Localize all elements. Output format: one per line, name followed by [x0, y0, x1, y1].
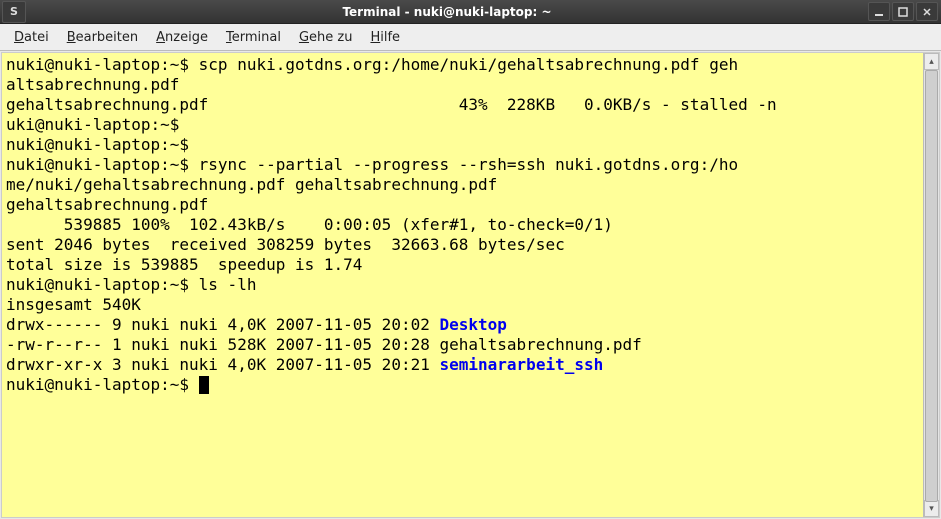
window-title: Terminal - nuki@nuki-laptop: ~	[26, 5, 868, 19]
maximize-icon	[898, 7, 908, 17]
titlebar[interactable]: S Terminal - nuki@nuki-laptop: ~	[0, 0, 941, 24]
minimize-button[interactable]	[868, 2, 890, 21]
terminal-line: total size is 539885 speedup is 1.74	[6, 255, 919, 275]
terminal-line: gehaltsabrechnung.pdf	[6, 195, 919, 215]
terminal-line: me/nuki/gehaltsabrechnung.pdf gehaltsabr…	[6, 175, 919, 195]
terminal-line: uki@nuki-laptop:~$	[6, 115, 919, 135]
scroll-track[interactable]	[924, 70, 939, 500]
scrollbar[interactable]: ▴ ▾	[923, 53, 939, 517]
terminal-line: -rw-r--r-- 1 nuki nuki 528K 2007-11-05 2…	[6, 335, 919, 355]
terminal-line: nuki@nuki-laptop:~$	[6, 135, 919, 155]
window: S Terminal - nuki@nuki-laptop: ~ Datei B…	[0, 0, 941, 519]
terminal-line: nuki@nuki-laptop:~$ ls -lh	[6, 275, 919, 295]
terminal-line: drwxr-xr-x 3 nuki nuki 4,0K 2007-11-05 2…	[6, 355, 919, 375]
terminal-line: nuki@nuki-laptop:~$ scp nuki.gotdns.org:…	[6, 55, 919, 75]
menubar: Datei Bearbeiten Anzeige Terminal Gehe z…	[0, 24, 941, 51]
scroll-thumb[interactable]	[925, 70, 938, 502]
directory-name: seminararbeit_ssh	[439, 355, 603, 374]
cursor	[199, 376, 209, 394]
close-button[interactable]	[916, 2, 938, 21]
close-icon	[922, 7, 932, 17]
menu-hilfe[interactable]: Hilfe	[362, 28, 408, 47]
directory-name: Desktop	[439, 315, 506, 334]
terminal-line: sent 2046 bytes received 308259 bytes 32…	[6, 235, 919, 255]
scroll-down-button[interactable]: ▾	[924, 500, 939, 517]
terminal-line: gehaltsabrechnung.pdf 43% 228KB 0.0KB/s …	[6, 95, 919, 115]
terminal-line: nuki@nuki-laptop:~$	[6, 375, 919, 395]
menu-datei[interactable]: Datei	[6, 28, 57, 47]
scroll-up-button[interactable]: ▴	[924, 53, 939, 70]
menu-gehezu[interactable]: Gehe zu	[291, 28, 361, 47]
terminal-container: nuki@nuki-laptop:~$ scp nuki.gotdns.org:…	[1, 52, 940, 518]
maximize-button[interactable]	[892, 2, 914, 21]
terminal[interactable]: nuki@nuki-laptop:~$ scp nuki.gotdns.org:…	[2, 53, 923, 517]
system-menu-icon[interactable]: S	[2, 1, 26, 23]
terminal-line: altsabrechnung.pdf	[6, 75, 919, 95]
menu-anzeige[interactable]: Anzeige	[148, 28, 216, 47]
minimize-icon	[874, 7, 884, 17]
terminal-line: drwx------ 9 nuki nuki 4,0K 2007-11-05 2…	[6, 315, 919, 335]
terminal-line: nuki@nuki-laptop:~$ rsync --partial --pr…	[6, 155, 919, 175]
menu-bearbeiten[interactable]: Bearbeiten	[59, 28, 146, 47]
terminal-line: insgesamt 540K	[6, 295, 919, 315]
window-controls	[868, 2, 938, 21]
menu-terminal[interactable]: Terminal	[218, 28, 289, 47]
terminal-line: 539885 100% 102.43kB/s 0:00:05 (xfer#1, …	[6, 215, 919, 235]
